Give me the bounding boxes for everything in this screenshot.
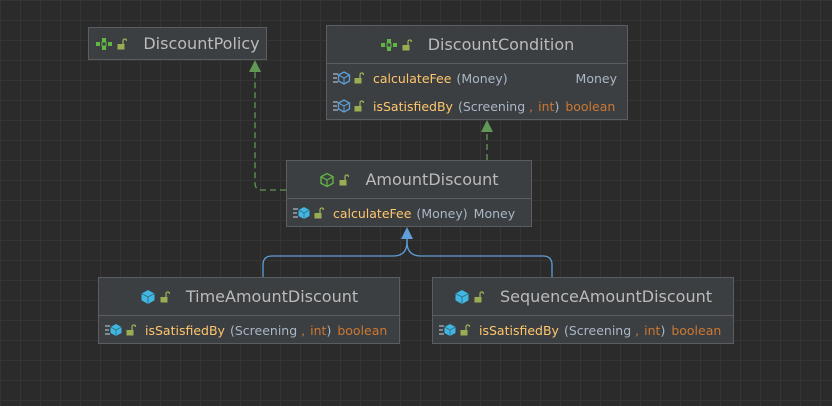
edge-amount-discount-to-discount-policy — [254, 72, 286, 191]
close-paren: ) — [502, 70, 508, 86]
abstract-method-icon — [333, 71, 351, 85]
public-lock-icon — [474, 290, 484, 303]
node-title: SequenceAmountDiscount — [499, 287, 713, 306]
discount-condition-node[interactable]: DiscountCondition calculateFee ( Money )… — [326, 25, 628, 120]
amount-discount-node[interactable]: AmountDiscount calculateFee ( Money ) Mo… — [286, 160, 532, 227]
time-amount-discount-node[interactable]: TimeAmountDiscount isSatisfiedBy ( Scree… — [98, 277, 400, 344]
method-name: calculateFee — [333, 205, 412, 221]
param-type: Money — [461, 70, 503, 86]
public-lock-icon — [339, 173, 350, 186]
return-type: boolean — [565, 98, 616, 114]
param-separator: , — [301, 322, 306, 338]
implements-arrow-discount-policy — [249, 60, 261, 72]
param-separator: , — [635, 322, 640, 338]
public-lock-icon — [160, 290, 170, 303]
node-title: AmountDiscount — [365, 170, 499, 189]
param-type: Money — [421, 205, 463, 221]
method-row-is-satisfied-by[interactable]: isSatisfiedBy ( Screening , int ) boolea… — [433, 316, 733, 344]
abstract-class-icon — [319, 172, 335, 188]
public-lock-icon — [354, 100, 364, 112]
implements-arrow-discount-condition — [481, 120, 493, 132]
param-type: int — [538, 98, 555, 114]
node-title: DiscountPolicy — [143, 34, 260, 53]
method-icon — [439, 323, 457, 337]
return-type: Money — [473, 205, 516, 221]
public-lock-icon — [402, 38, 412, 51]
interface-icon — [380, 38, 398, 52]
close-paren: ) — [326, 322, 332, 338]
public-lock-icon — [314, 207, 324, 219]
close-paren: ) — [554, 98, 560, 114]
discount-policy-node[interactable]: DiscountPolicy — [88, 27, 267, 60]
param-type: int — [644, 322, 661, 338]
public-lock-icon — [460, 324, 470, 336]
abstract-method-icon — [333, 99, 351, 113]
edge-sequence-amount-discount-to-amount-discount — [406, 239, 553, 277]
method-name: isSatisfiedBy — [479, 322, 559, 338]
interface-icon — [95, 37, 113, 51]
return-type: boolean — [671, 322, 722, 338]
close-paren: ) — [660, 322, 666, 338]
param-type: Screening — [568, 322, 632, 338]
node-title: TimeAmountDiscount — [185, 287, 359, 306]
param-type: Screening — [462, 98, 526, 114]
method-row-is-satisfied-by[interactable]: isSatisfiedBy ( Screening , int ) boolea… — [327, 92, 627, 120]
return-type: boolean — [337, 322, 388, 338]
sequence-amount-discount-header: SequenceAmountDiscount — [433, 278, 733, 315]
close-paren: ) — [462, 205, 468, 221]
extends-arrow-amount-discount — [401, 227, 413, 239]
method-icon — [105, 323, 123, 337]
method-row-is-satisfied-by[interactable]: isSatisfiedBy ( Screening , int ) boolea… — [99, 316, 399, 344]
amount-discount-header: AmountDiscount — [287, 161, 531, 198]
param-type: Screening — [234, 322, 298, 338]
param-type: int — [310, 322, 327, 338]
method-name: isSatisfiedBy — [373, 98, 453, 114]
method-row-calculate-fee[interactable]: calculateFee ( Money ) Money — [287, 199, 531, 227]
class-icon — [140, 289, 156, 305]
node-title: DiscountCondition — [427, 35, 575, 54]
return-type: Money — [575, 70, 617, 86]
method-name: calculateFee — [373, 70, 452, 86]
public-lock-icon — [354, 72, 364, 84]
edge-time-amount-discount-to-amount-discount — [262, 239, 408, 277]
public-lock-icon — [126, 324, 136, 336]
time-amount-discount-header: TimeAmountDiscount — [99, 278, 399, 315]
method-icon — [293, 206, 311, 220]
param-separator: , — [529, 98, 534, 114]
method-row-calculate-fee[interactable]: calculateFee ( Money ) Money — [327, 64, 627, 92]
public-lock-icon — [117, 37, 128, 50]
class-icon — [454, 289, 470, 305]
method-name: isSatisfiedBy — [145, 322, 225, 338]
sequence-amount-discount-node[interactable]: SequenceAmountDiscount isSatisfiedBy ( S… — [432, 277, 734, 344]
discount-policy-header: DiscountPolicy — [89, 28, 266, 59]
discount-condition-header: DiscountCondition — [327, 26, 627, 63]
